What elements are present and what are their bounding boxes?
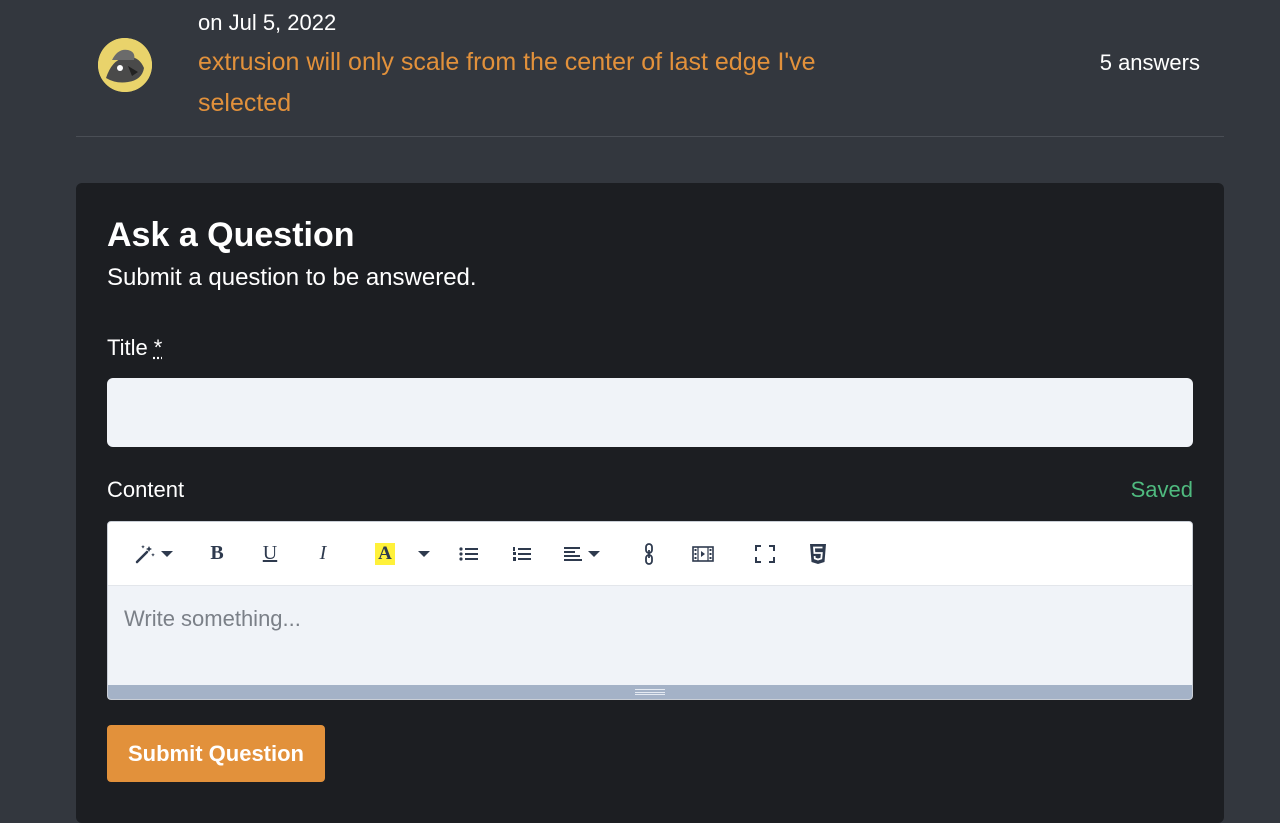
highlight-icon: A [375, 542, 395, 565]
editor-resize-handle[interactable] [108, 685, 1192, 699]
grip-icon [635, 689, 665, 695]
question-date: on Jul 5, 2022 [198, 10, 337, 35]
numbered-list-icon [513, 546, 531, 561]
magic-wand-icon [135, 544, 155, 563]
question-title-link[interactable]: extrusion will only scale from the cente… [198, 42, 898, 124]
link-icon [645, 542, 653, 565]
bold-button[interactable]: B [200, 536, 234, 572]
align-button[interactable] [558, 536, 604, 572]
link-button[interactable] [632, 536, 666, 572]
question-list-item: on Jul 5, 2022 extrusion will only scale… [76, 0, 1224, 137]
highlight-button[interactable]: A [368, 536, 402, 572]
bullet-list-button[interactable] [452, 536, 486, 572]
italic-button[interactable]: I [306, 536, 340, 572]
html-source-button[interactable] [801, 536, 835, 572]
html5-icon [810, 543, 826, 564]
ask-heading: Ask a Question [107, 216, 355, 254]
fullscreen-icon [755, 544, 775, 563]
chevron-down-icon [160, 550, 173, 557]
rich-text-editor: B U I A Write something... [107, 521, 1193, 700]
underline-button[interactable]: U [253, 536, 287, 572]
title-label-text: Title [107, 335, 148, 360]
ask-subheading: Submit a question to be answered. [107, 264, 477, 291]
title-label: Title * [107, 335, 162, 361]
fullscreen-button[interactable] [748, 536, 782, 572]
video-icon [692, 545, 714, 562]
editor-content-area[interactable]: Write something... [108, 586, 1192, 686]
magic-wand-button[interactable] [130, 536, 176, 572]
chevron-down-icon [418, 550, 430, 557]
bullet-list-icon [459, 546, 478, 561]
answer-count: 5 answers [1099, 50, 1200, 75]
editor-toolbar: B U I A [108, 522, 1192, 586]
numbered-list-button[interactable] [505, 536, 539, 572]
ask-question-card: Ask a Question Submit a question to be a… [76, 183, 1224, 823]
submit-question-button[interactable]: Submit Question [107, 725, 325, 782]
user-avatar[interactable] [98, 38, 152, 92]
title-input[interactable] [107, 378, 1193, 447]
content-label: Content [107, 477, 185, 502]
chevron-down-icon [587, 550, 600, 557]
required-marker: * [153, 335, 163, 360]
saved-status: Saved [1130, 477, 1193, 502]
highlight-dropdown[interactable] [414, 536, 434, 572]
video-button[interactable] [686, 536, 720, 572]
align-icon [563, 546, 582, 561]
